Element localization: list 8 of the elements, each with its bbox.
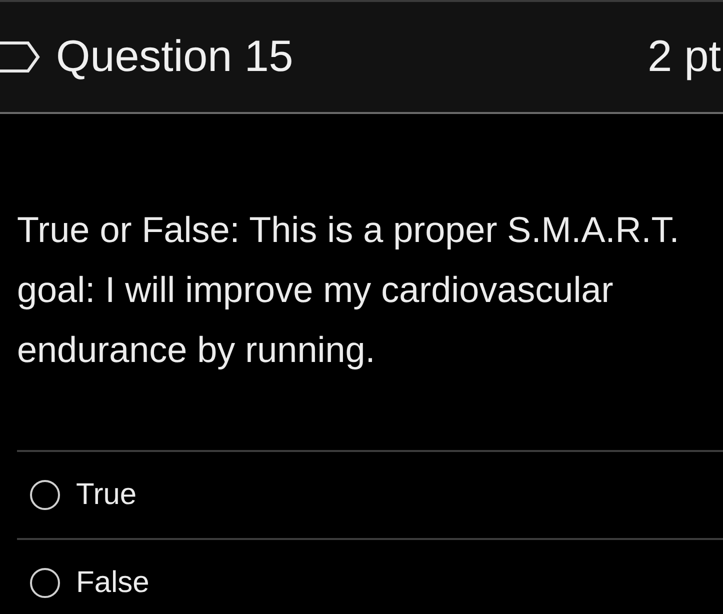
- answer-label[interactable]: True: [76, 478, 137, 512]
- radio-button[interactable]: [30, 480, 60, 510]
- radio-button[interactable]: [30, 568, 60, 598]
- answer-label[interactable]: False: [76, 566, 150, 600]
- flag-icon[interactable]: [0, 40, 40, 74]
- question-title: Question 15: [56, 32, 294, 82]
- question-text: True or False: This is a proper S.M.A.R.T. goal: I will improve my cardiovascular endurance by running.: [17, 208, 680, 372]
- points-label: 2 pt: [648, 32, 721, 82]
